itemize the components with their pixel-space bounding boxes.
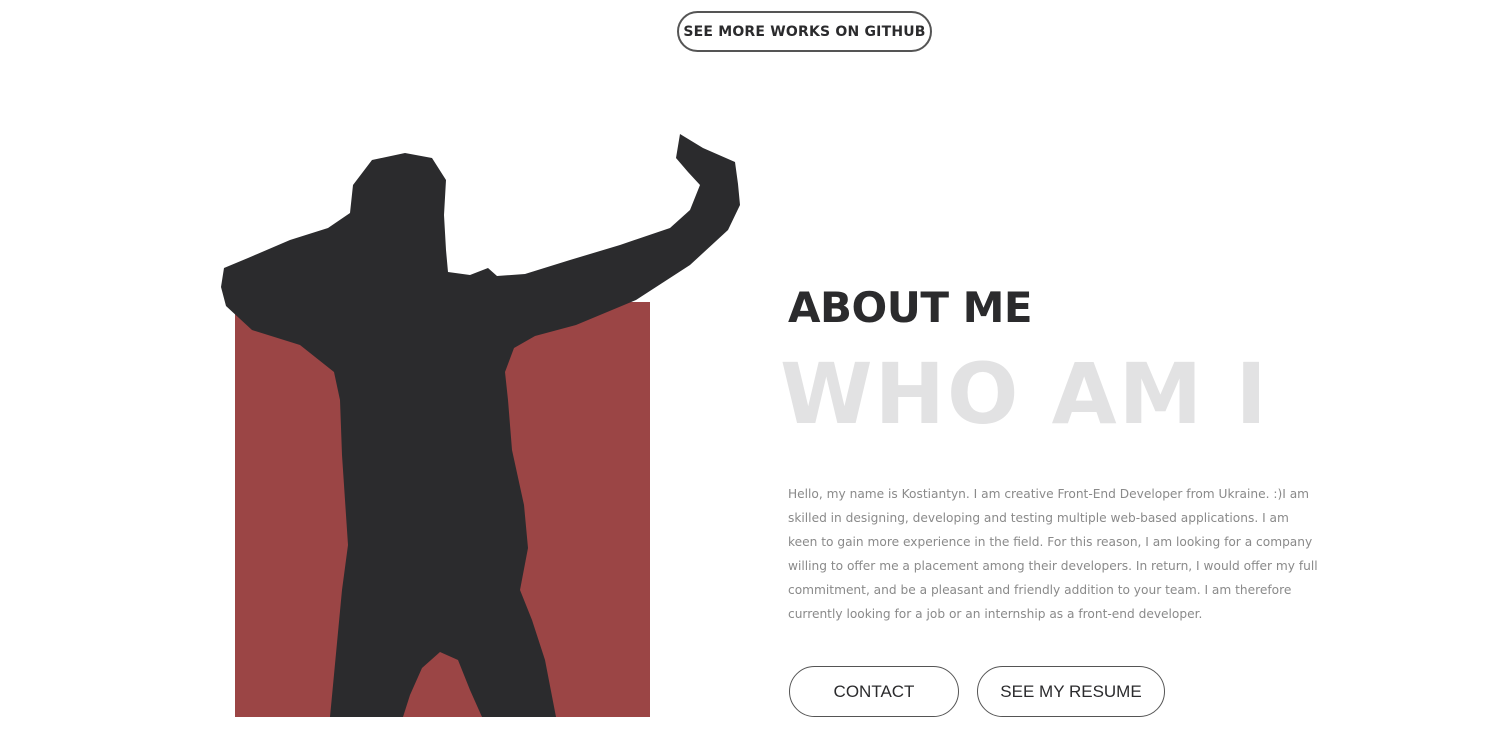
bio-paragraph: Hello, my name is Kostiantyn. I am creat… — [788, 487, 1318, 621]
profile-photo — [221, 134, 740, 717]
see-resume-button[interactable]: SEE MY RESUME — [977, 666, 1165, 717]
contact-button[interactable]: CONTACT — [789, 666, 959, 717]
who-am-i-heading: WHO AM I — [780, 345, 1269, 443]
about-me-heading: ABOUT ME — [788, 283, 1033, 332]
